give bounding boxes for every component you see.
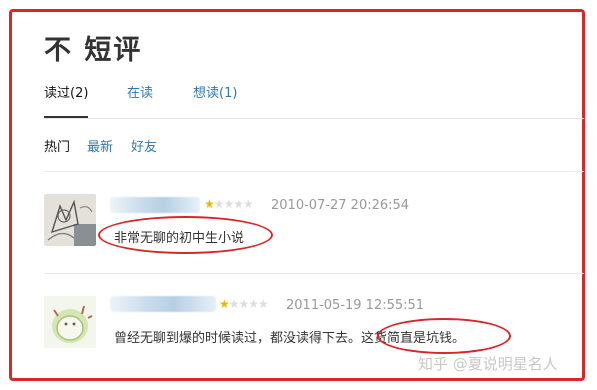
tab-want-to-read[interactable]: 想读(1)	[193, 84, 237, 116]
star-filled-icon: ★	[204, 197, 215, 211]
tab-reading[interactable]: 在读	[127, 84, 153, 116]
divider	[44, 171, 584, 172]
star-empty-icon: ★★★★	[228, 297, 269, 311]
star-empty-icon: ★★★★	[213, 197, 254, 211]
star-filled-icon: ★	[219, 297, 230, 311]
rating-stars: ★★★★★	[219, 297, 269, 311]
highlight-ellipse	[98, 216, 273, 254]
review-item: ★★★★★ 2011-05-19 12:55:51 曾经无聊到爆的时候读过，都没…	[44, 294, 584, 354]
filter-latest[interactable]: 最新	[87, 136, 113, 155]
review-date: 2011-05-19 12:55:51	[286, 298, 425, 313]
highlight-ellipse	[377, 318, 511, 354]
page-title: 不 短评	[44, 35, 143, 66]
filter-friends[interactable]: 好友	[131, 136, 157, 155]
review-date: 2010-07-27 20:26:54	[271, 198, 410, 213]
tab-bar: 读过(2) 在读 想读(1)	[44, 84, 584, 119]
watermark: 知乎 @夏说明星名人	[418, 355, 558, 373]
tab-read[interactable]: 读过(2)	[44, 84, 89, 118]
divider	[44, 273, 584, 274]
filter-hot[interactable]: 热门	[44, 136, 70, 155]
rating-stars: ★★★★★	[204, 197, 254, 211]
username-blurred[interactable]	[110, 197, 200, 213]
avatar[interactable]	[44, 194, 96, 246]
avatar[interactable]	[44, 296, 96, 348]
username-blurred[interactable]	[110, 296, 216, 312]
